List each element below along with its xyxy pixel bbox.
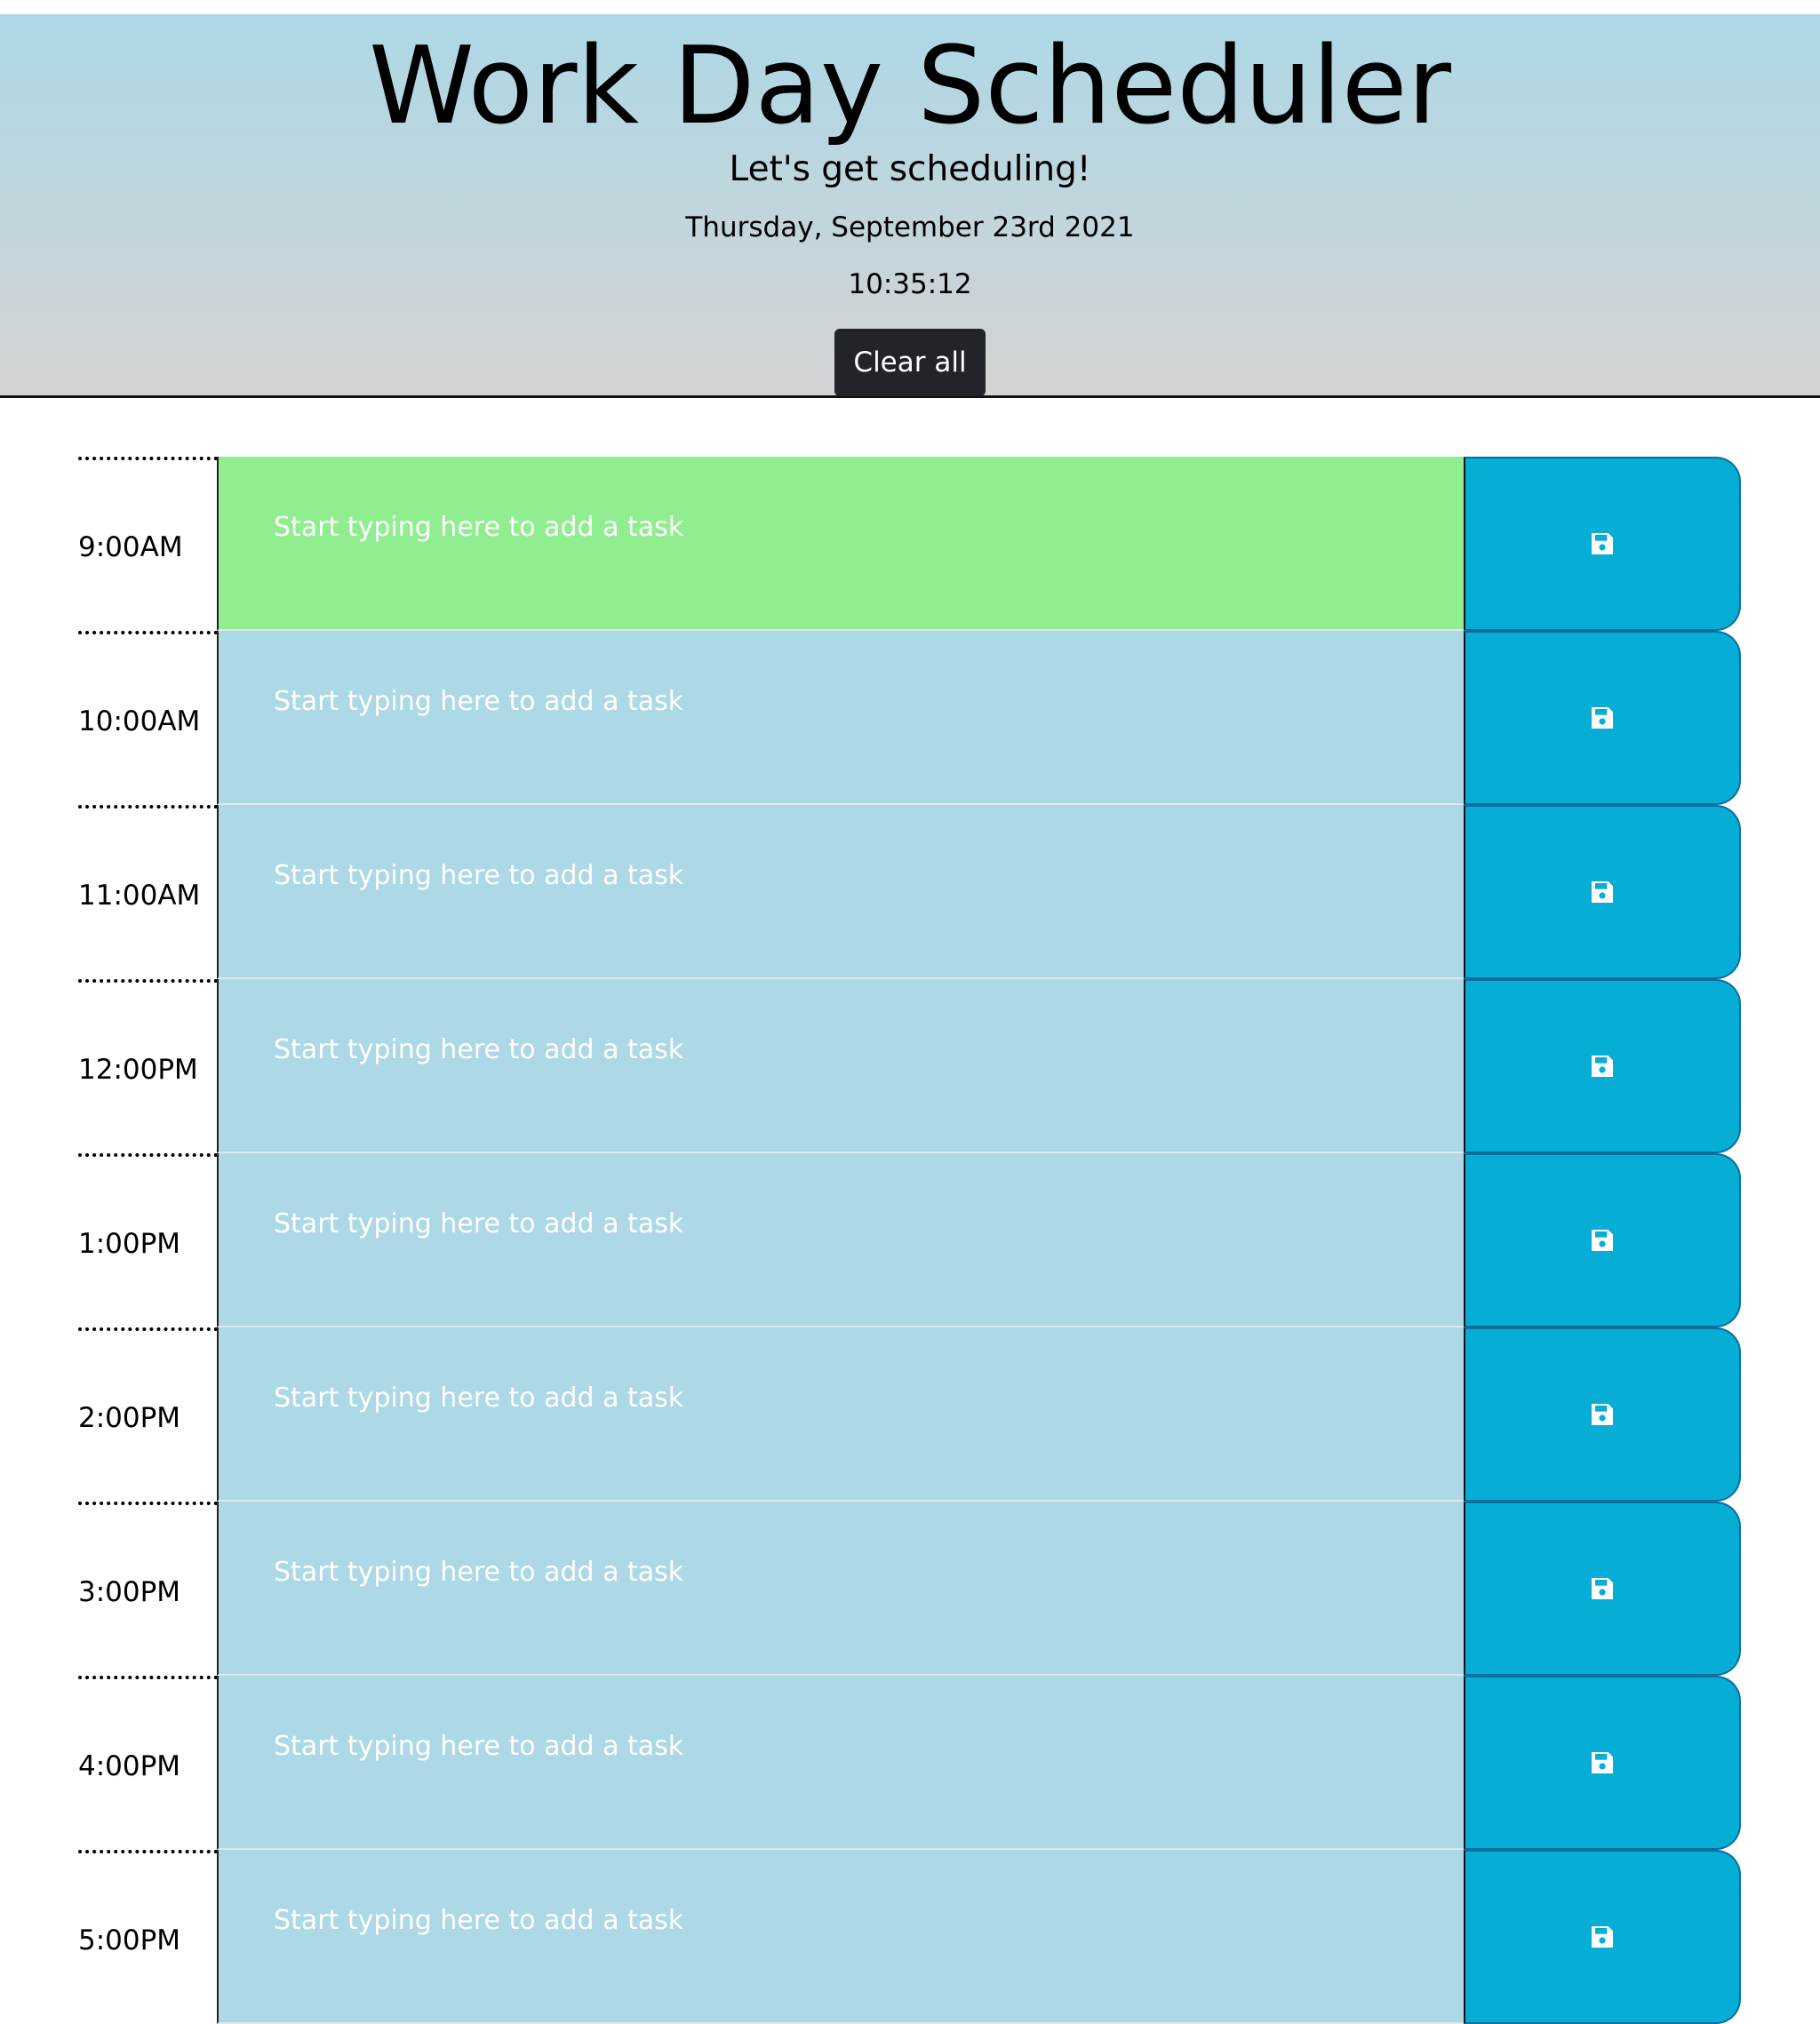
clear-all-button[interactable]: Clear all [834,329,986,396]
time-block: 5:00PM [0,1850,1820,2024]
time-block: 10:00AM [0,631,1820,805]
save-icon [1592,707,1613,729]
time-block: 11:00AM [0,805,1820,979]
task-input[interactable] [217,1327,1465,1502]
save-icon [1592,1230,1613,1251]
schedule-container: 9:00AM 10:00AM 11:00AM 12:00PM 1:00PM [0,457,1820,2024]
save-button[interactable] [1464,979,1741,1153]
hour-label: 9:00AM [78,457,218,631]
top-strip [0,0,1820,14]
task-input[interactable] [217,631,1465,805]
task-input[interactable] [217,457,1465,631]
save-button[interactable] [1464,1502,1741,1676]
save-button[interactable] [1464,631,1741,805]
save-icon [1592,1926,1613,1948]
save-button[interactable] [1464,457,1741,631]
hour-label: 3:00PM [78,1502,218,1676]
task-input[interactable] [217,1153,1465,1327]
save-button[interactable] [1464,1153,1741,1327]
current-time: 10:35:12 [848,268,972,300]
current-date: Thursday, September 23rd 2021 [685,211,1135,243]
save-icon [1592,881,1613,903]
page-subtitle: Let's get scheduling! [729,149,1091,189]
save-icon [1592,1578,1613,1599]
page-title: Work Day Scheduler [369,25,1451,148]
time-block: 1:00PM [0,1153,1820,1327]
time-block: 9:00AM [0,457,1820,631]
hour-label: 2:00PM [78,1327,218,1502]
time-block: 3:00PM [0,1502,1820,1676]
hour-label: 11:00AM [78,805,218,979]
task-input[interactable] [217,805,1465,979]
save-icon [1592,1056,1613,1077]
task-input[interactable] [217,1850,1465,2024]
save-button[interactable] [1464,1850,1741,2024]
header: Work Day Scheduler Let's get scheduling!… [0,14,1820,398]
save-button[interactable] [1464,805,1741,979]
save-icon [1592,533,1613,554]
hour-label: 10:00AM [78,631,218,805]
hour-label: 4:00PM [78,1676,218,1850]
hour-label: 1:00PM [78,1153,218,1327]
save-button[interactable] [1464,1676,1741,1850]
time-block: 12:00PM [0,979,1820,1153]
task-input[interactable] [217,1676,1465,1850]
save-icon [1592,1404,1613,1425]
hour-label: 12:00PM [78,979,218,1153]
save-icon [1592,1752,1613,1773]
time-block: 2:00PM [0,1327,1820,1502]
time-block: 4:00PM [0,1676,1820,1850]
save-button[interactable] [1464,1327,1741,1502]
hour-label: 5:00PM [78,1850,218,2024]
task-input[interactable] [217,1502,1465,1676]
task-input[interactable] [217,979,1465,1153]
